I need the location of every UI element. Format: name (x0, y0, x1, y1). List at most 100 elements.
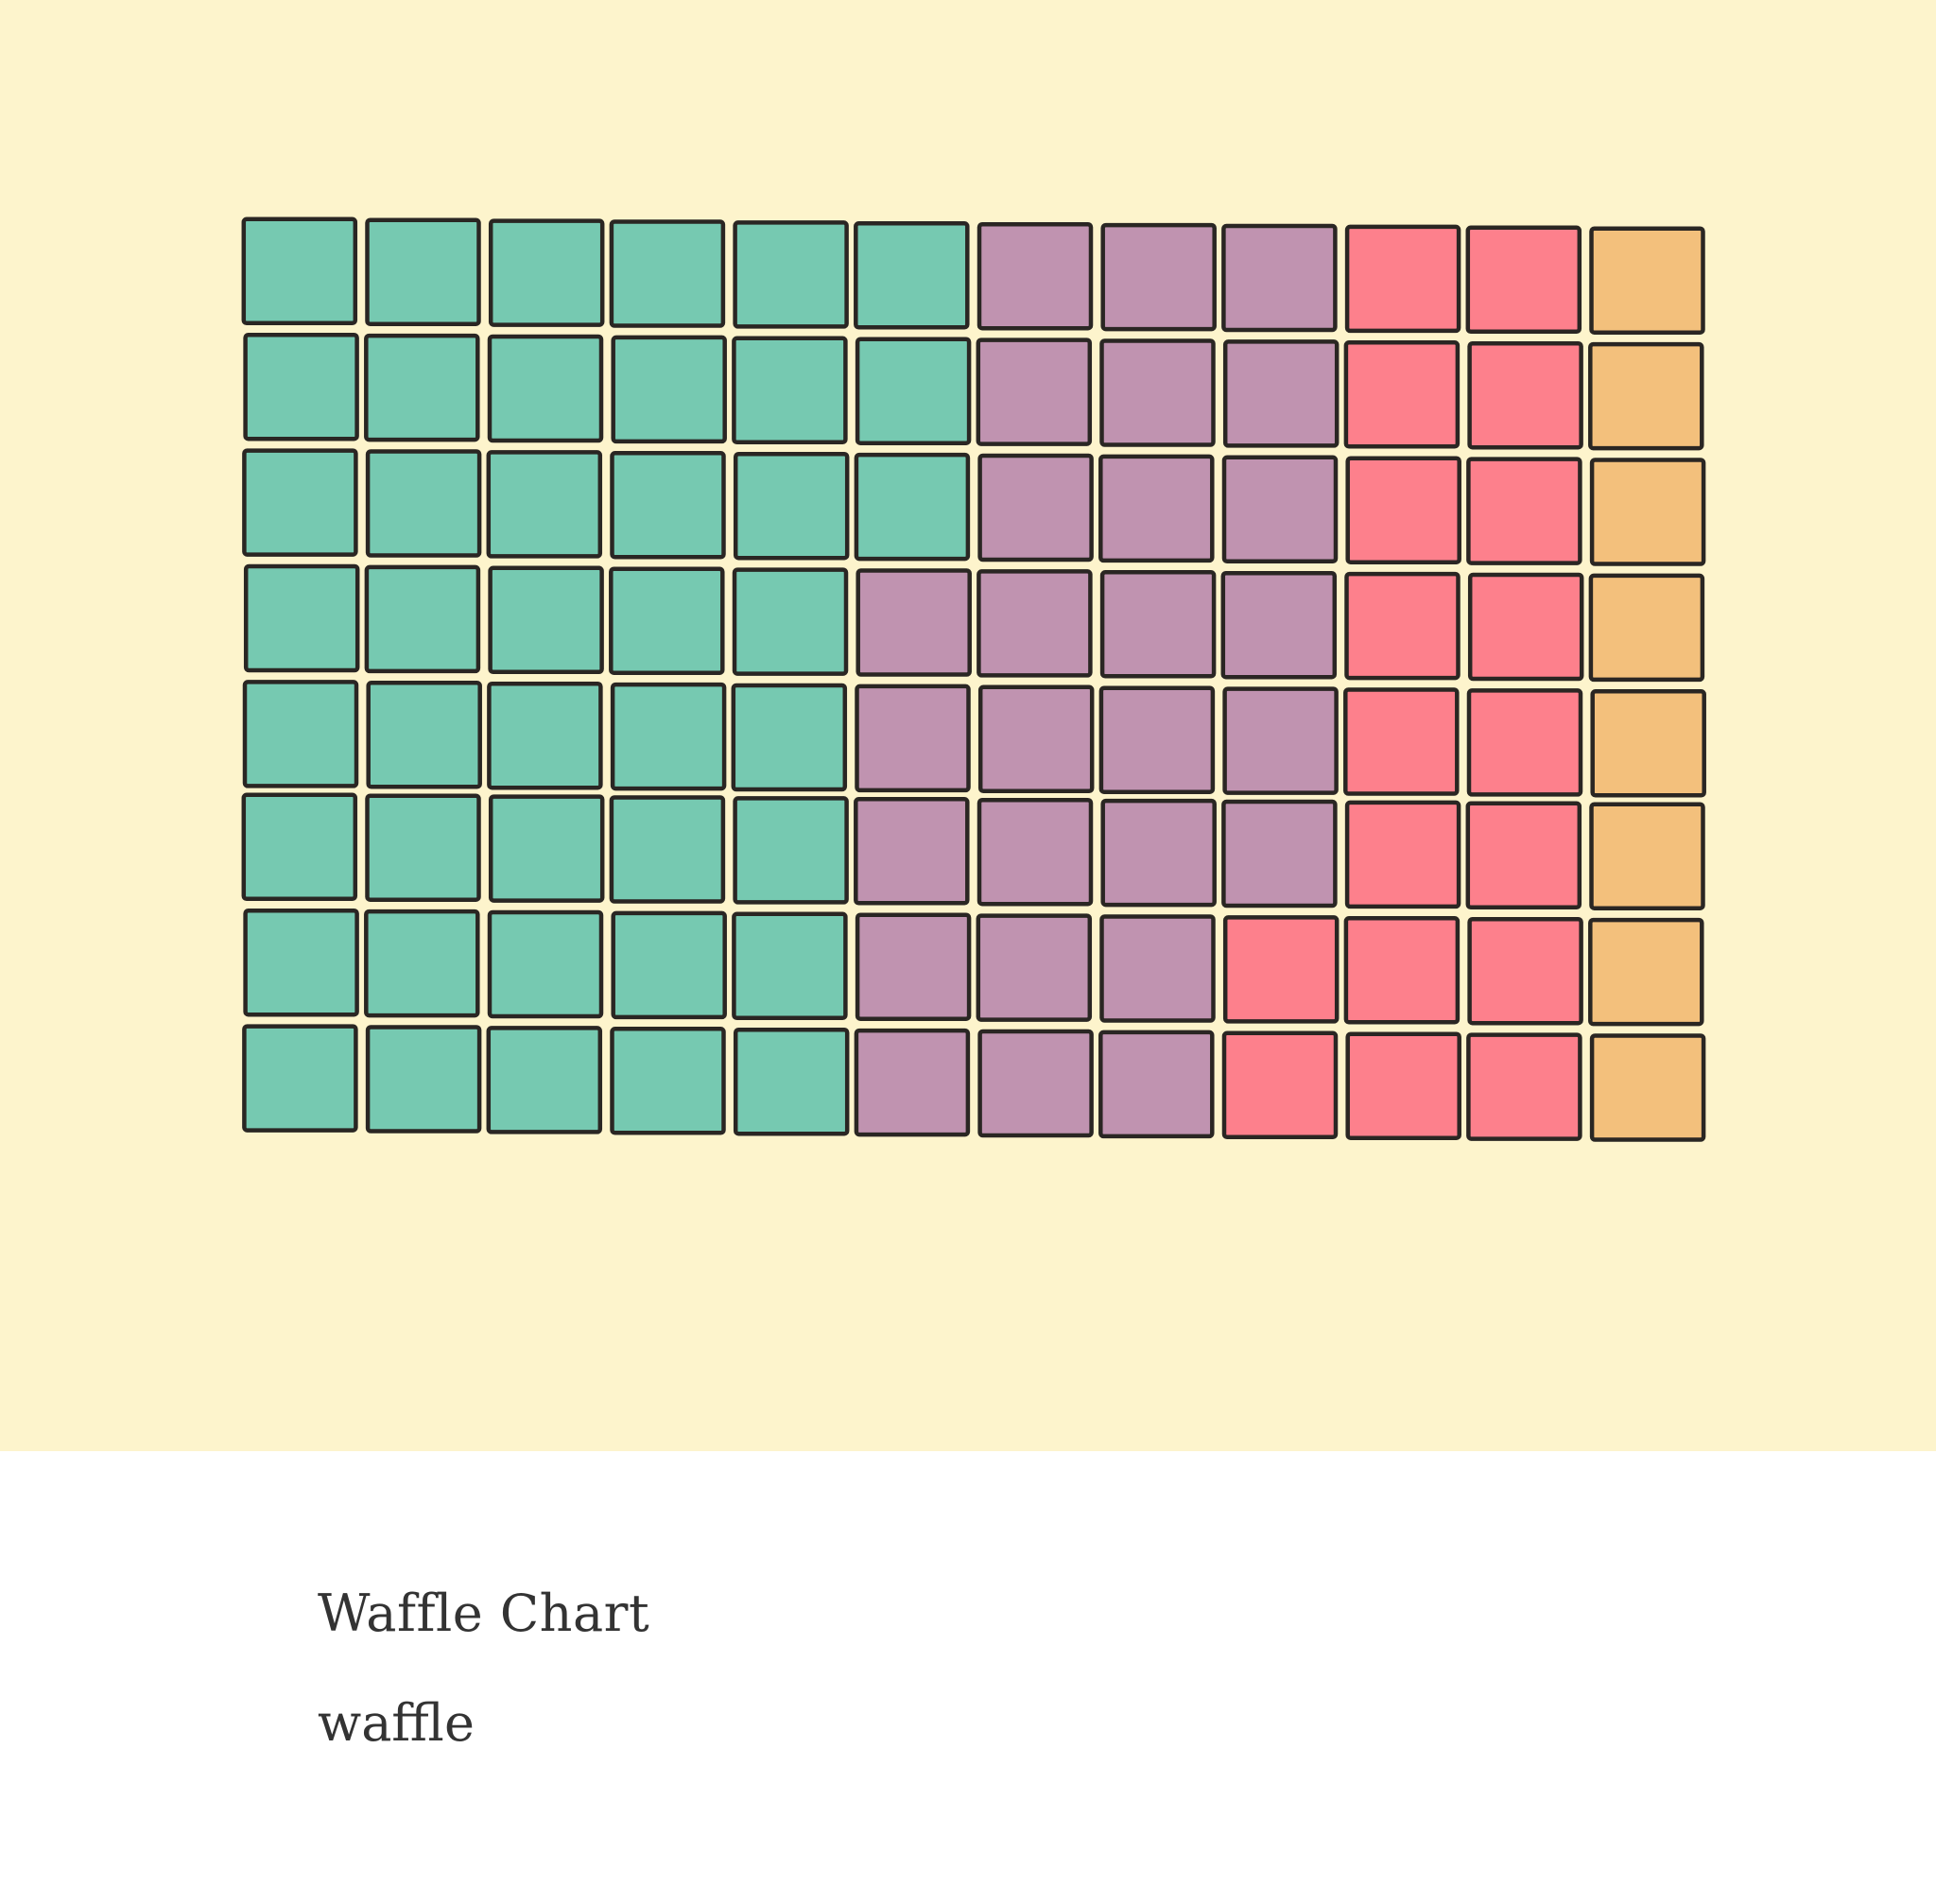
waffle-cell (854, 797, 970, 906)
waffle-cell (1345, 1031, 1461, 1140)
waffle-cell (364, 909, 480, 1018)
waffle-cell (1221, 1030, 1339, 1140)
waffle-cell (854, 221, 970, 330)
waffle-cell (854, 1028, 971, 1137)
waffle-cell (855, 684, 971, 793)
waffle-cell (1588, 917, 1704, 1027)
waffle-cell (977, 221, 1094, 331)
waffle-cell (976, 338, 1093, 446)
waffle-cell (1098, 685, 1216, 794)
waffle-cell (731, 683, 848, 792)
waffle-cell (1100, 222, 1217, 332)
waffle-cell (609, 566, 725, 675)
caption-title: Waffle Chart (318, 1584, 650, 1643)
waffle-cell (365, 1025, 482, 1134)
waffle-cell (364, 564, 481, 674)
waffle-cell (241, 216, 358, 326)
waffle-cell (243, 908, 359, 1017)
waffle-cell (732, 336, 848, 445)
waffle-cell (1098, 454, 1215, 563)
waffle-cell (242, 680, 359, 788)
waffle-cell (1589, 226, 1705, 335)
waffle-cell (1465, 225, 1582, 335)
waffle-cell (1344, 224, 1461, 334)
waffle-cell (486, 450, 603, 559)
waffle-cell (1467, 340, 1583, 450)
waffle-cell (488, 565, 604, 675)
waffle-cell (855, 912, 972, 1021)
waffle-cell (1467, 572, 1584, 682)
waffle-cell (1221, 223, 1338, 333)
waffle-cell (1344, 571, 1461, 681)
waffle-cell (487, 681, 603, 790)
waffle-cell (1222, 915, 1340, 1024)
waffle-cell (732, 911, 848, 1021)
waffle-cell (1589, 1033, 1706, 1142)
waffle-cell (856, 568, 972, 677)
waffle-cell (1221, 799, 1338, 909)
waffle-cell (610, 1027, 726, 1135)
waffle-cell (977, 797, 1094, 907)
waffle-cell (977, 569, 1093, 678)
waffle-cell (1344, 800, 1461, 909)
waffle-cell (733, 796, 849, 905)
waffle-cell (366, 681, 482, 789)
waffle-cell (242, 1024, 358, 1133)
waffle-cell (1465, 801, 1582, 910)
waffle-cell (242, 448, 358, 557)
waffle-cell (609, 795, 726, 904)
waffle-cell (365, 217, 481, 326)
waffle-cell (733, 220, 849, 329)
waffle-cell (1589, 458, 1706, 566)
waffle-cell (1221, 455, 1339, 564)
waffle-cell (1220, 570, 1338, 680)
waffle-cell (241, 792, 358, 902)
waffle-cell (1343, 687, 1460, 796)
waffle-cell (1590, 689, 1706, 798)
waffle-cell (1099, 338, 1216, 447)
waffle-cell (1099, 914, 1216, 1023)
waffle-cell (1222, 339, 1340, 448)
waffle-cell (486, 1026, 603, 1134)
waffle-chart (241, 216, 1706, 1142)
waffle-cell (732, 567, 849, 676)
waffle-cell (1466, 1032, 1582, 1141)
waffle-cell (365, 793, 481, 902)
waffle-cell (1099, 570, 1217, 679)
waffle-cell (854, 452, 971, 562)
waffle-cell (1098, 1030, 1215, 1139)
waffle-cell (243, 332, 359, 441)
waffle-cell (488, 794, 605, 903)
waffle-cell (609, 219, 726, 328)
waffle-cell (1100, 798, 1217, 908)
waffle-cell (977, 453, 1094, 563)
waffle-cell (977, 1029, 1094, 1138)
waffle-cell (977, 684, 1095, 794)
waffle-cell (487, 909, 604, 1019)
waffle-cell (855, 337, 972, 445)
waffle-cell (364, 333, 480, 442)
waffle-cell (611, 910, 727, 1020)
waffle-cell (1343, 916, 1461, 1025)
waffle-cell (488, 218, 605, 327)
waffle-cell (1466, 688, 1583, 797)
waffle-cell (1588, 573, 1705, 683)
waffle-cell (610, 451, 726, 560)
caption-subtitle: waffle (318, 1693, 475, 1753)
waffle-cell (1589, 802, 1705, 910)
caption: Waffle Chart waffle (318, 1588, 1641, 1749)
waffle-cell (611, 335, 727, 444)
waffle-cell (365, 449, 482, 558)
waffle-cell (733, 1027, 850, 1136)
waffle-cell (1467, 916, 1583, 1026)
waffle-cell (1343, 340, 1461, 449)
chart-area (0, 0, 1936, 1451)
waffle-cell (243, 563, 360, 673)
waffle-cell (487, 334, 604, 443)
waffle-cell (610, 682, 727, 791)
waffle-cell (976, 913, 1093, 1022)
waffle-cell (733, 451, 850, 561)
waffle-cell (1466, 457, 1582, 565)
waffle-cell (1588, 341, 1704, 451)
waffle-cell (1345, 456, 1461, 564)
